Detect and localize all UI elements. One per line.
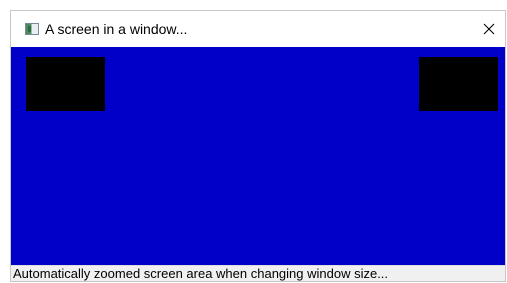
app-window: A screen in a window... Automatically zo… bbox=[10, 10, 506, 282]
screen-area[interactable] bbox=[11, 47, 505, 267]
close-button[interactable] bbox=[471, 11, 505, 47]
title-bar[interactable]: A screen in a window... bbox=[11, 11, 505, 47]
window-app-icon bbox=[25, 23, 39, 35]
status-text: Automatically zoomed screen area when ch… bbox=[13, 266, 389, 281]
black-block-left bbox=[26, 57, 105, 111]
close-icon bbox=[483, 23, 495, 35]
black-block-right bbox=[419, 57, 498, 111]
status-bar: Automatically zoomed screen area when ch… bbox=[11, 265, 505, 281]
window-title: A screen in a window... bbox=[45, 21, 188, 37]
